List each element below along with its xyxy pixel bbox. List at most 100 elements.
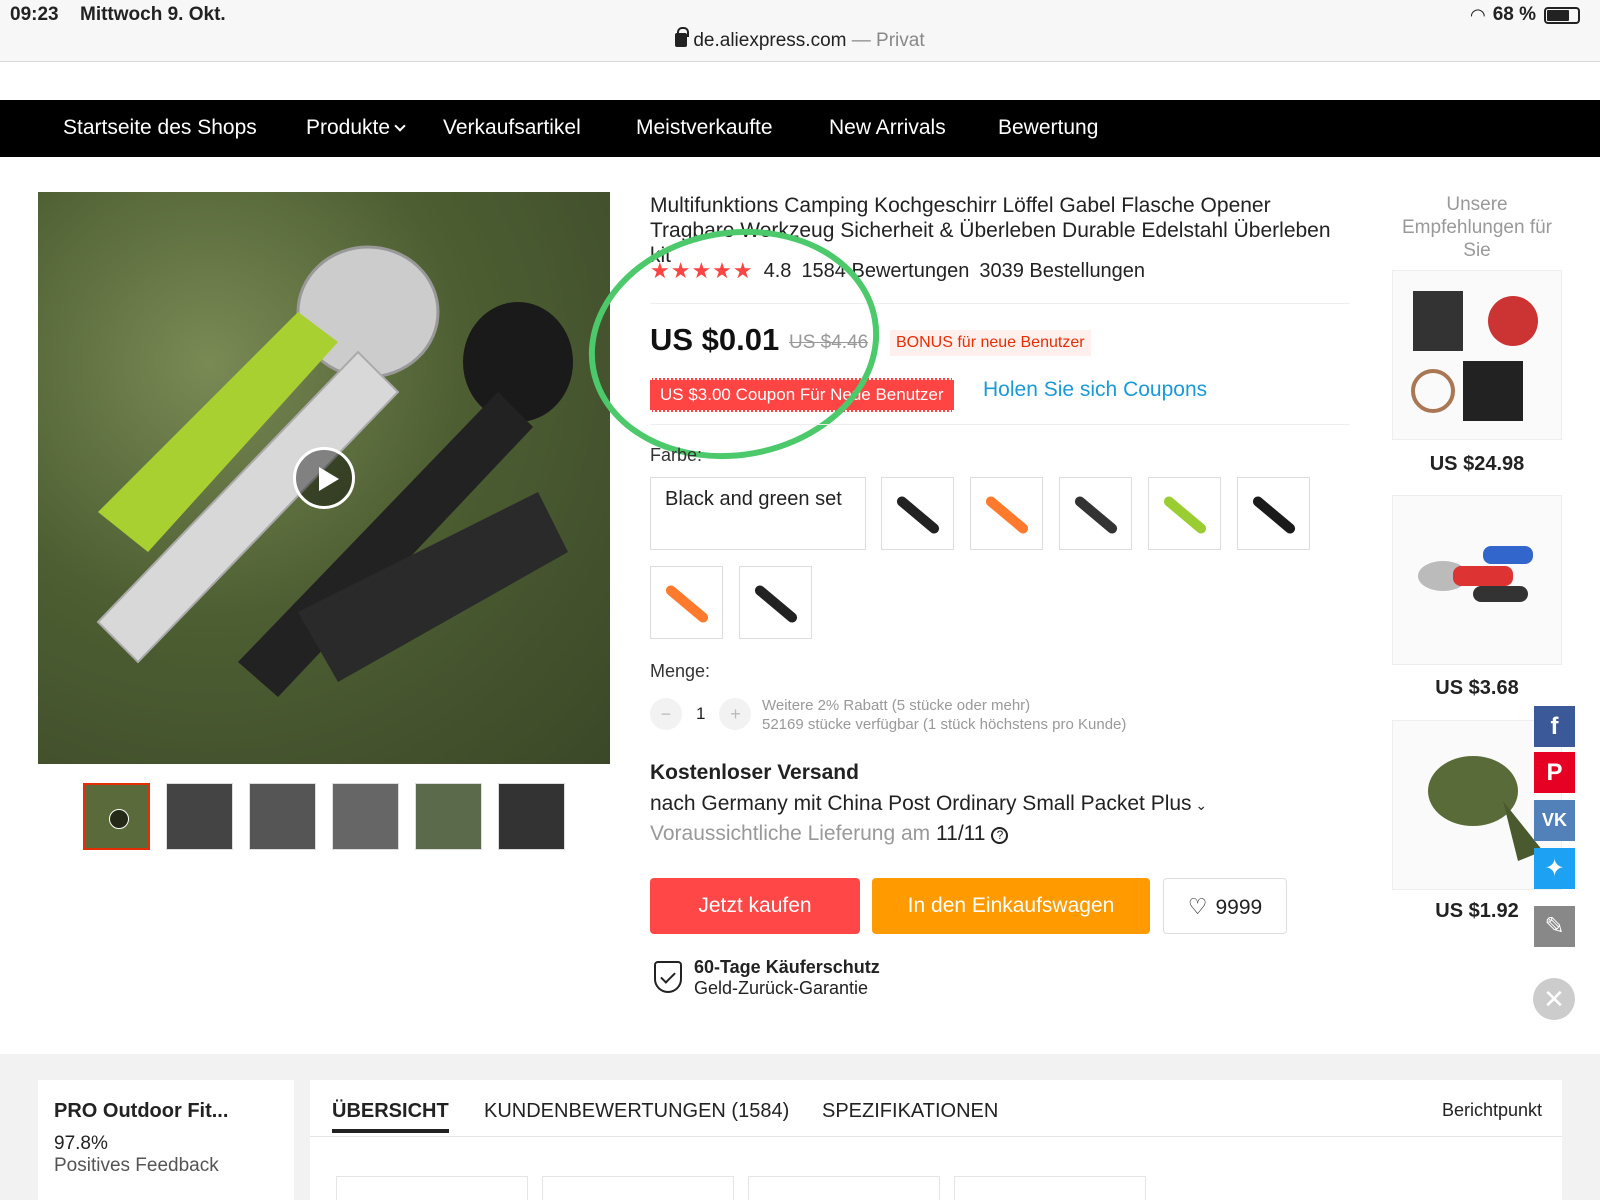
thumbnail[interactable] (249, 783, 316, 850)
help-icon[interactable]: ? (991, 827, 1009, 844)
tool-thumbnail (663, 583, 711, 625)
private-label: — Privat (851, 30, 925, 51)
status-indicators: ◠ 68 % (1471, 4, 1580, 26)
quantity-stepper: − 1 + (650, 698, 752, 730)
nav-new-arrivals[interactable]: New Arrivals (829, 116, 946, 140)
delivery-prefix: Voraussichtliche Lieferung am (650, 822, 931, 845)
nav-shop-home[interactable]: Startseite des Shops (63, 116, 257, 140)
nav-reviews[interactable]: Bewertung (998, 116, 1098, 140)
color-option-swatch[interactable] (650, 566, 723, 639)
color-option-swatch[interactable] (1237, 477, 1310, 550)
report-item-link[interactable]: Berichtpunkt (1442, 1100, 1542, 1121)
nav-products[interactable]: Produkte (306, 116, 406, 140)
related-card[interactable] (336, 1176, 528, 1200)
related-card[interactable] (542, 1176, 734, 1200)
decrease-button[interactable]: − (650, 698, 682, 730)
stock-info: 52169 stücke verfügbar (1 stück höchsten… (762, 716, 1127, 733)
protection-title: 60-Tage Käuferschutz (694, 957, 880, 977)
edit-icon[interactable]: ✎ (1534, 906, 1575, 947)
thumbnail[interactable] (415, 783, 482, 850)
close-icon[interactable]: ✕ (1533, 978, 1575, 1020)
tab-reviews[interactable]: KUNDENBEWERTUNGEN (1584) (484, 1100, 789, 1123)
recommendation-image[interactable] (1392, 495, 1562, 665)
add-to-cart-button[interactable]: In den Einkaufswagen (872, 878, 1150, 934)
tool-thumbnail (1161, 494, 1209, 536)
buy-now-button[interactable]: Jetzt kaufen (650, 878, 860, 934)
color-option-swatch[interactable] (881, 477, 954, 550)
cutlery-set-image (1418, 546, 1533, 602)
nav-bestsellers[interactable]: Meistverkaufte (636, 116, 773, 140)
recommendation-price[interactable]: US $3.68 (1392, 677, 1562, 700)
image-thumbnails (83, 783, 565, 850)
address-bar[interactable]: de.aliexpress.com — Privat (0, 27, 1600, 52)
nav-sale-items[interactable]: Verkaufsartikel (443, 116, 581, 140)
thumbnail[interactable] (332, 783, 399, 850)
twitter-icon[interactable]: ✦ (1534, 848, 1575, 889)
tool-thumbnail (894, 494, 942, 536)
buyer-protection: 60-Tage Käuferschutz Geld-Zurück-Garanti… (654, 957, 880, 999)
wishlist-count: 9999 (1215, 896, 1263, 919)
thumbnail[interactable] (498, 783, 565, 850)
color-option-swatch[interactable] (1059, 477, 1132, 550)
tab-specifications[interactable]: SPEZIFIKATIONEN (822, 1100, 998, 1123)
tool-thumbnail (983, 494, 1031, 536)
feedback-percent: 97.8% (54, 1133, 108, 1154)
play-icon (109, 809, 129, 829)
thumbnail-video[interactable] (83, 783, 150, 850)
get-coupons-link[interactable]: Holen Sie sich Coupons (983, 378, 1207, 402)
color-option-text[interactable]: Black and green set (650, 477, 866, 550)
vk-icon[interactable]: VK (1534, 800, 1575, 841)
heart-icon: ♡ (1187, 894, 1208, 919)
shop-nav: Startseite des Shops Produkte Verkaufsar… (0, 100, 1600, 157)
tool-thumbnail (1250, 494, 1298, 536)
shipping-title: Kostenloser Versand (650, 761, 859, 784)
product-tabs: ÜBERSICHT KUNDENBEWERTUNGEN (1584) SPEZI… (310, 1080, 1562, 1200)
tabs-divider (310, 1136, 1562, 1137)
battery-icon (1544, 6, 1580, 24)
color-label: Farbe: (650, 445, 703, 465)
related-card[interactable] (748, 1176, 940, 1200)
related-card[interactable] (954, 1176, 1146, 1200)
pinterest-icon[interactable]: P (1534, 752, 1575, 793)
clock: 09:23 (10, 4, 59, 25)
feedback-label: Positives Feedback (54, 1155, 219, 1176)
lock-icon (675, 27, 690, 47)
order-count: 3039 Bestellungen (979, 259, 1146, 282)
recommendation-price[interactable]: US $24.98 (1392, 453, 1562, 476)
shipping-method[interactable]: nach Germany mit China Post Ordinary Sma… (650, 792, 1207, 816)
color-option-swatch[interactable] (739, 566, 812, 639)
increase-button[interactable]: + (719, 698, 752, 730)
quantity-value[interactable]: 1 (696, 704, 705, 724)
store-name[interactable]: PRO Outdoor Fit... (54, 1100, 278, 1123)
product-main-image[interactable] (38, 192, 610, 764)
delivery-estimate: Voraussichtliche Lieferung am 11/11? (650, 822, 1009, 846)
color-option-swatch[interactable] (970, 477, 1043, 550)
divider (650, 424, 1350, 425)
protection-subtitle: Geld-Zurück-Garantie (694, 978, 869, 998)
shipping-method-label: nach Germany mit China Post Ordinary Sma… (650, 792, 1192, 815)
recommendation-image[interactable] (1392, 270, 1562, 440)
thumbnail[interactable] (166, 783, 233, 850)
tool-thumbnail (752, 583, 800, 625)
recommendations-heading: Unsere Empfehlungen für Sie (1402, 194, 1552, 261)
bonus-badge: BONUS für neue Benutzer (890, 330, 1091, 356)
date: Mittwoch 9. Okt. (80, 4, 226, 25)
wifi-icon: ◠ (1470, 4, 1485, 25)
chevron-down-icon (394, 120, 406, 132)
battery-level: 68 % (1492, 4, 1536, 25)
tool-thumbnail (1072, 494, 1120, 536)
nav-products-label: Produkte (306, 116, 391, 139)
color-option-swatch[interactable] (1148, 477, 1221, 550)
play-video-button[interactable] (293, 447, 355, 509)
quantity-discount: Weitere 2% Rabatt (5 stücke oder mehr) (762, 697, 1031, 714)
facebook-icon[interactable]: f (1534, 706, 1575, 747)
shield-check-icon (654, 961, 682, 993)
tab-overview[interactable]: ÜBERSICHT (332, 1100, 449, 1133)
wishlist-button[interactable]: ♡ 9999 (1163, 878, 1287, 934)
url-text: de.aliexpress.com (693, 30, 847, 51)
status-bar: 09:23 Mittwoch 9. Okt. ◠ 68 % de.aliexpr… (0, 0, 1600, 62)
quantity-label: Menge: (650, 661, 711, 681)
quantity-info: Weitere 2% Rabatt (5 stücke oder mehr) 5… (762, 696, 1126, 734)
delivery-date: 11/11 (936, 822, 986, 845)
survival-kit-image (1411, 291, 1538, 421)
